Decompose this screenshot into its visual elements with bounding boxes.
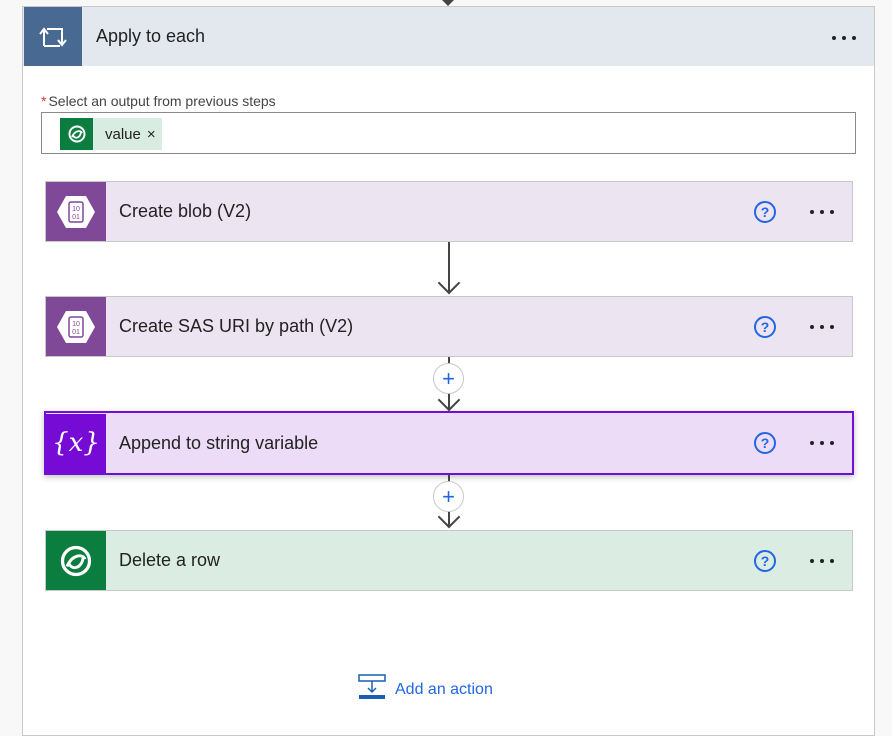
add-action-label: Add an action	[395, 680, 493, 698]
azure-blob-icon: 10 01	[46, 297, 106, 356]
help-icon[interactable]: ?	[754, 432, 776, 454]
action-title: Append to string variable	[119, 432, 319, 453]
svg-text:01: 01	[72, 329, 80, 336]
value-token[interactable]: value ×	[60, 118, 162, 150]
action-title: Create SAS URI by path (V2)	[119, 316, 354, 336]
svg-text:10: 10	[72, 206, 80, 213]
connector-arrow	[437, 271, 461, 295]
action-card-append-to-string-variable[interactable]: {x} Append to string variable ?	[44, 411, 854, 475]
loop-icon	[24, 7, 82, 66]
action-title: Create blob (V2)	[119, 201, 252, 221]
svg-text:01: 01	[72, 214, 80, 221]
dataverse-icon	[46, 531, 106, 590]
action-card-create-sas-uri[interactable]: 10 01 Create SAS URI by path (V2) ?	[45, 296, 853, 357]
output-select-input[interactable]: value ×	[41, 112, 856, 154]
add-an-action-button[interactable]: Add an action	[358, 673, 493, 706]
token-label: value	[105, 125, 141, 143]
help-icon[interactable]: ?	[754, 550, 776, 572]
action-card-create-blob[interactable]: 10 01 Create blob (V2) ?	[45, 181, 853, 242]
svg-text:10: 10	[72, 321, 80, 328]
remove-token-button[interactable]: ×	[147, 126, 162, 143]
output-field-label-text: Select an output from previous steps	[48, 93, 276, 109]
action-title: Delete a row	[119, 550, 221, 570]
action-more-button[interactable]	[810, 325, 834, 329]
action-card-delete-a-row[interactable]: Delete a row ?	[45, 530, 853, 591]
azure-blob-icon: 10 01	[46, 182, 106, 241]
output-field-label: * Select an output from previous steps	[41, 93, 276, 109]
action-more-button[interactable]	[810, 441, 834, 445]
action-more-button[interactable]	[810, 559, 834, 563]
scope-more-button[interactable]	[832, 36, 856, 40]
scope-title: Apply to each	[96, 26, 206, 46]
action-more-button[interactable]	[810, 210, 834, 214]
scope-header[interactable]: Apply to each	[23, 7, 874, 66]
help-icon[interactable]: ?	[754, 316, 776, 338]
help-icon[interactable]: ?	[754, 201, 776, 223]
variable-icon: {x}	[46, 413, 106, 473]
add-action-icon	[358, 673, 386, 706]
variable-icon-glyph: {x}	[52, 428, 100, 458]
apply-to-each-scope: Apply to each * Select an output from pre…	[22, 6, 875, 736]
required-marker: *	[41, 93, 47, 109]
dataverse-icon	[60, 118, 93, 150]
